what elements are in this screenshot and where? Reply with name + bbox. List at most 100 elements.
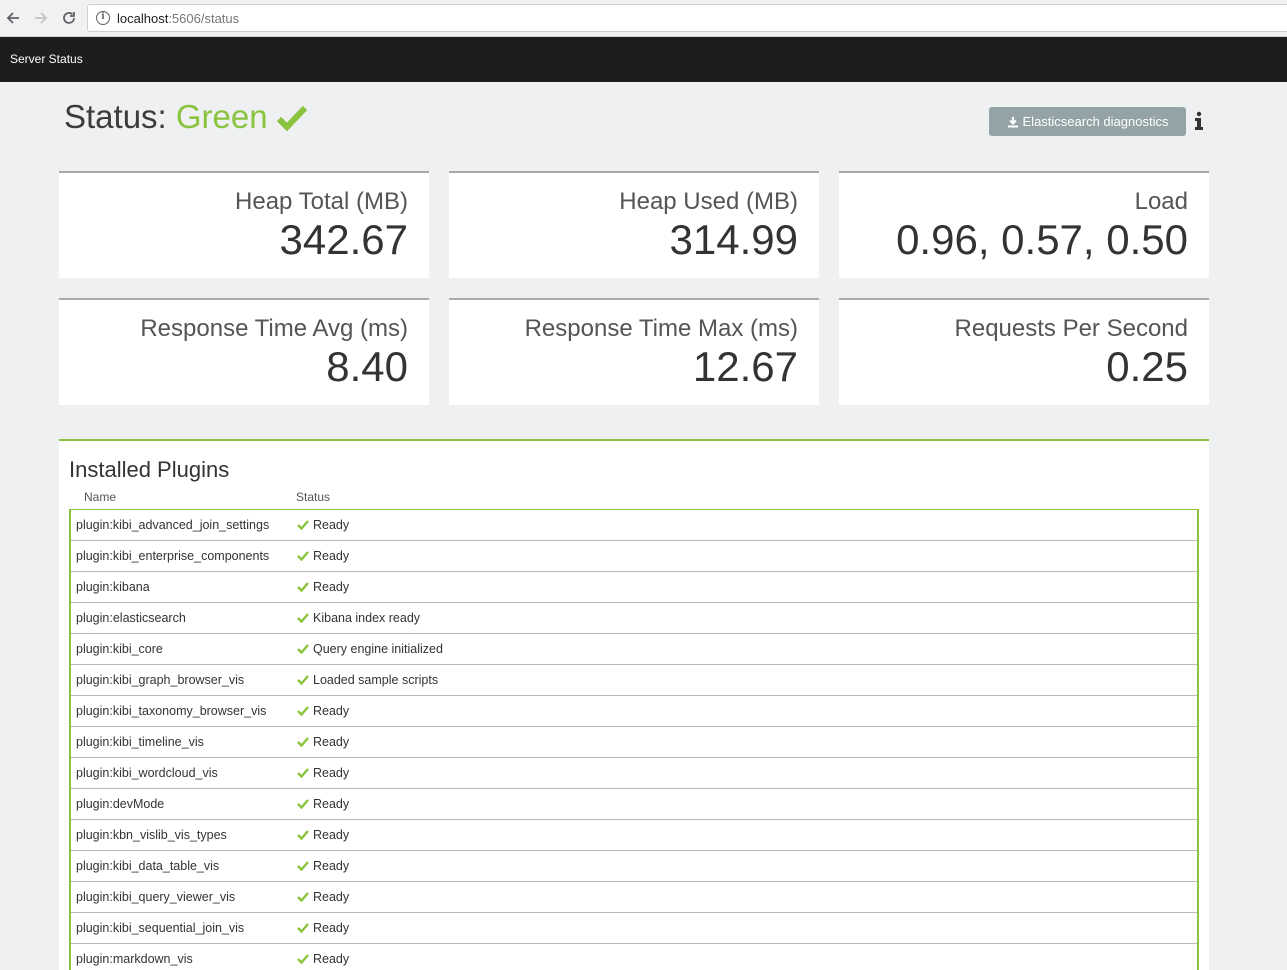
table-row: plugin:kibi_advanced_join_settings Ready bbox=[71, 510, 1197, 541]
metric-label: Requests Per Second bbox=[954, 315, 1188, 342]
installed-plugins-panel: Installed Plugins Name Status plugin:kib… bbox=[59, 439, 1209, 970]
reload-icon[interactable] bbox=[59, 8, 79, 28]
metric-response-time-max: Response Time Max (ms) 12.67 bbox=[449, 298, 819, 405]
plugin-status-text: Ready bbox=[313, 735, 350, 749]
table-row: plugin:kibi_enterprise_components Ready bbox=[71, 541, 1197, 572]
check-icon bbox=[297, 551, 309, 561]
metric-value: 0.96, 0.57, 0.50 bbox=[896, 216, 1188, 263]
table-row: plugin:kibi_data_table_vis Ready bbox=[71, 851, 1197, 882]
plugins-title: Installed Plugins bbox=[69, 457, 230, 482]
check-icon bbox=[297, 799, 309, 809]
url-path: :5606/status bbox=[168, 11, 240, 26]
plugins-table: plugin:kibi_advanced_join_settings Ready p… bbox=[69, 509, 1199, 970]
browser-toolbar: i localhost:5606/status bbox=[0, 0, 1287, 37]
elasticsearch-diagnostics-button[interactable]: Elasticsearch diagnostics bbox=[989, 107, 1186, 136]
table-row: plugin:kibi_timeline_vis Ready bbox=[71, 727, 1197, 758]
plugin-status-text: Ready bbox=[313, 766, 350, 780]
check-icon bbox=[297, 954, 309, 964]
app-header: Server Status bbox=[0, 37, 1287, 82]
plugin-name: plugin:kibi_data_table_vis bbox=[76, 859, 220, 873]
plugin-status: Query engine initialized bbox=[297, 642, 443, 656]
metric-load: Load 0.96, 0.57, 0.50 bbox=[839, 171, 1209, 278]
check-icon bbox=[297, 923, 309, 933]
metric-value: 314.99 bbox=[669, 216, 798, 263]
plugin-name: plugin:kibi_timeline_vis bbox=[76, 735, 204, 749]
plugin-status: Kibana index ready bbox=[297, 611, 420, 625]
status-value: Green bbox=[175, 98, 268, 135]
plugin-name: plugin:markdown_vis bbox=[76, 952, 193, 966]
check-icon bbox=[297, 706, 309, 716]
plugin-status: Ready bbox=[297, 828, 349, 842]
plugin-status-text: Ready bbox=[313, 549, 350, 563]
check-icon bbox=[297, 861, 309, 871]
plugin-status-text: Ready bbox=[313, 580, 350, 594]
plugin-name: plugin:kibana bbox=[76, 580, 150, 594]
site-info-icon[interactable]: i bbox=[96, 11, 110, 25]
metric-label: Response Time Max (ms) bbox=[524, 315, 798, 342]
plugin-name: plugin:kibi_query_viewer_vis bbox=[76, 890, 236, 904]
table-row: plugin:kibi_core Query engine initialized bbox=[71, 634, 1197, 665]
plugin-status-text: Query engine initialized bbox=[313, 642, 443, 656]
check-icon bbox=[297, 830, 309, 840]
table-row: plugin:kibi_wordcloud_vis Ready bbox=[71, 758, 1197, 789]
check-icon bbox=[297, 520, 309, 530]
metric-value: 8.40 bbox=[326, 343, 408, 390]
plugin-name: plugin:elasticsearch bbox=[76, 611, 186, 625]
plugin-status-text: Ready bbox=[313, 518, 350, 532]
forward-arrow-icon[interactable] bbox=[31, 8, 51, 28]
metric-label: Load bbox=[1134, 188, 1188, 215]
table-row: plugin:kibi_taxonomy_browser_vis Ready bbox=[71, 696, 1197, 727]
table-row: plugin:devMode Ready bbox=[71, 789, 1197, 820]
plugin-status: Ready bbox=[297, 735, 349, 749]
plugin-name: plugin:kibi_wordcloud_vis bbox=[76, 766, 218, 780]
metric-label: Heap Used (MB) bbox=[619, 188, 798, 215]
plugin-status: Ready bbox=[297, 797, 349, 811]
table-row: plugin:kibana Ready bbox=[71, 572, 1197, 603]
info-icon[interactable] bbox=[1193, 111, 1205, 131]
check-icon bbox=[297, 768, 309, 778]
plugin-status-text: Ready bbox=[313, 859, 350, 873]
check-icon bbox=[297, 613, 309, 623]
diagnostics-label: Elasticsearch diagnostics bbox=[1022, 114, 1169, 129]
metric-heap-total: Heap Total (MB) 342.67 bbox=[59, 171, 429, 278]
app-title[interactable]: Server Status bbox=[10, 52, 83, 66]
address-bar[interactable]: i localhost:5606/status bbox=[87, 4, 1287, 32]
plugin-name: plugin:kibi_core bbox=[76, 642, 163, 656]
table-row: plugin:kibi_sequential_join_vis Ready bbox=[71, 913, 1197, 944]
status-prefix: Status: bbox=[64, 98, 176, 135]
metric-value: 12.67 bbox=[692, 343, 798, 390]
metric-heap-used: Heap Used (MB) 314.99 bbox=[449, 171, 819, 278]
plugin-status-text: Ready bbox=[313, 797, 350, 811]
column-header-status: Status bbox=[296, 490, 331, 504]
plugin-name: plugin:devMode bbox=[76, 797, 165, 811]
table-row: plugin:kibi_query_viewer_vis Ready bbox=[71, 882, 1197, 913]
metric-response-time-avg: Response Time Avg (ms) 8.40 bbox=[59, 298, 429, 405]
column-header-name: Name bbox=[84, 490, 117, 504]
plugin-name: plugin:kibi_advanced_join_settings bbox=[76, 518, 270, 532]
plugin-name: plugin:kibi_enterprise_components bbox=[76, 549, 270, 563]
plugin-status-text: Ready bbox=[313, 828, 350, 842]
plugin-name: plugin:kibi_sequential_join_vis bbox=[76, 921, 245, 935]
status-heading: Status: Green bbox=[64, 98, 268, 136]
table-row: plugin:elasticsearch Kibana index ready bbox=[71, 603, 1197, 634]
download-icon bbox=[1007, 116, 1018, 127]
plugin-status: Ready bbox=[297, 859, 349, 873]
check-icon bbox=[297, 644, 309, 654]
plugin-name: plugin:kbn_vislib_vis_types bbox=[76, 828, 227, 842]
metric-value: 342.67 bbox=[279, 216, 408, 263]
plugin-status: Ready bbox=[297, 580, 349, 594]
plugin-status: Ready bbox=[297, 549, 349, 563]
plugin-status: Ready bbox=[297, 766, 349, 780]
check-icon bbox=[297, 737, 309, 747]
back-arrow-icon[interactable] bbox=[3, 8, 23, 28]
check-icon bbox=[277, 105, 307, 132]
plugin-status: Ready bbox=[297, 518, 349, 532]
plugin-name: plugin:kibi_graph_browser_vis bbox=[76, 673, 245, 687]
plugin-status-text: Ready bbox=[313, 952, 350, 966]
plugin-status: Ready bbox=[297, 890, 349, 904]
check-icon bbox=[297, 582, 309, 592]
metric-label: Heap Total (MB) bbox=[235, 188, 408, 215]
plugin-status: Loaded sample scripts bbox=[297, 673, 438, 687]
plugin-status-text: Ready bbox=[313, 704, 350, 718]
table-row: plugin:kibi_graph_browser_vis Loaded samp… bbox=[71, 665, 1197, 696]
